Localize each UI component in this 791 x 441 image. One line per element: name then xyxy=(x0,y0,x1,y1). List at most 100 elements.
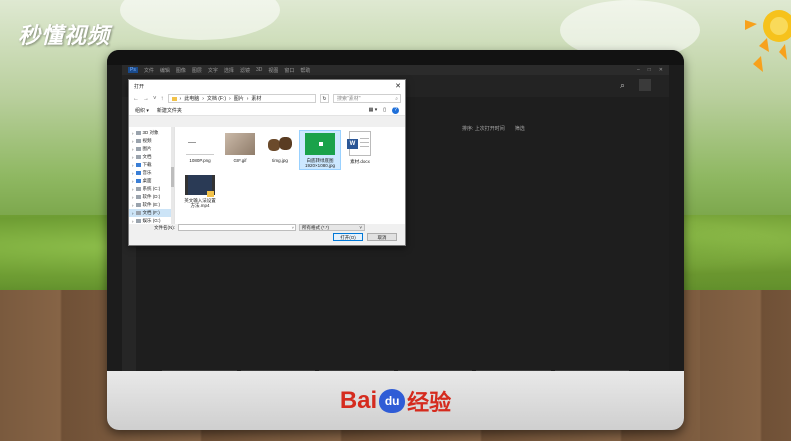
new-folder-button[interactable]: 新建文件夹 xyxy=(157,107,182,114)
dialog-footer: 文件名(N): ˅ 所有格式 (*.*) ˅ 打开(O) 取消 xyxy=(129,222,405,245)
help-icon[interactable]: ? xyxy=(392,106,399,114)
menu-edit[interactable]: 编辑 xyxy=(160,67,170,74)
file-name: 英文输入法设置 方法.mp4 xyxy=(184,198,216,208)
tree-item[interactable]: › 图片 xyxy=(129,145,174,153)
chevron-right-icon[interactable]: › xyxy=(132,211,134,216)
tree-item[interactable]: › 文档 xyxy=(129,153,174,161)
chevron-right-icon[interactable]: › xyxy=(132,171,134,176)
preview-pane-icon[interactable]: ▯ xyxy=(383,107,386,114)
file-item-selected[interactable]: 白底转绿底图 1920×1080.jpg xyxy=(299,130,341,170)
minimize-icon[interactable]: – xyxy=(637,67,640,73)
chevron-right-icon[interactable]: › xyxy=(132,203,134,208)
search-input[interactable]: 搜索"素材" ⌕ xyxy=(333,94,401,103)
file-grid: 1080P.png GIF.gif timg.jpg 白底转绿底图 1920×1… xyxy=(175,127,405,224)
menu-file[interactable]: 文件 xyxy=(144,67,154,74)
file-thumbnail xyxy=(225,133,255,155)
folder-icon xyxy=(135,179,141,183)
forward-icon[interactable]: → xyxy=(143,96,149,102)
menu-select[interactable]: 选择 xyxy=(224,67,234,74)
search-icon[interactable]: ⌕ xyxy=(620,80,625,91)
open-file-dialog: 打开 ✕ ← → ˅ ↑ › 此电脑 › 文档 (F:) › 图片 › 素材 ↻… xyxy=(128,79,406,246)
organize-button[interactable]: 组织 ▾ xyxy=(135,107,149,114)
dialog-body: › 3D 对象 › 视频 › 图片 › 文档 › 下载 › 音乐 › 桌面 › 系统 (C:) › 软件 (D:)… xyxy=(129,127,405,224)
breadcrumb-pictures[interactable]: 图片 xyxy=(234,95,244,102)
cancel-button[interactable]: 取消 xyxy=(367,233,397,241)
open-button[interactable]: 打开(O) xyxy=(333,233,363,241)
chevron-right-icon[interactable]: › xyxy=(132,195,134,200)
tree-item[interactable]: › 视频 xyxy=(129,137,174,145)
dialog-close-icon[interactable]: ✕ xyxy=(391,82,405,90)
chevron-right-icon[interactable]: › xyxy=(132,131,134,136)
menu-3d[interactable]: 3D xyxy=(256,67,262,73)
workspace-icon[interactable] xyxy=(639,79,651,91)
breadcrumb-material[interactable]: 素材 xyxy=(251,95,261,102)
folder-icon xyxy=(135,195,141,199)
recent-sort-bar: 排序: 上次打开时间 筛选 xyxy=(462,125,525,132)
tree-item-label: 系统 (C:) xyxy=(142,186,161,191)
dialog-title: 打开 xyxy=(134,83,145,90)
maximize-icon[interactable]: □ xyxy=(648,67,651,73)
tree-scrollbar-thumb[interactable] xyxy=(171,167,174,187)
menu-view[interactable]: 视图 xyxy=(268,67,278,74)
tree-item-label: 软件 (E:) xyxy=(142,202,161,207)
chevron-down-icon[interactable]: ˅ xyxy=(153,96,157,102)
file-thumbnail xyxy=(265,133,295,155)
breadcrumb-pc[interactable]: 此电脑 xyxy=(184,95,199,102)
filter-label[interactable]: 筛选 xyxy=(515,125,525,132)
sort-dropdown[interactable]: 排序: 上次打开时间 xyxy=(462,125,505,132)
path-breadcrumb[interactable]: › 此电脑 › 文档 (F:) › 图片 › 素材 xyxy=(167,94,316,103)
menu-filter[interactable]: 滤镜 xyxy=(240,67,250,74)
tree-item[interactable]: › 3D 对象 xyxy=(129,129,174,137)
file-item[interactable]: GIF.gif xyxy=(221,133,259,163)
chevron-right-icon[interactable]: › xyxy=(132,163,134,168)
tree-item[interactable]: › 音乐 xyxy=(129,169,174,177)
jingyan-text: 经验 xyxy=(407,389,452,415)
menu-help[interactable]: 帮助 xyxy=(300,67,310,74)
dialog-titlebar: 打开 ✕ xyxy=(129,80,405,92)
folder-icon xyxy=(171,96,177,101)
up-icon[interactable]: ↑ xyxy=(161,96,164,102)
file-item[interactable]: 1080P.png xyxy=(181,133,219,163)
chevron-right-icon[interactable]: › xyxy=(132,147,134,152)
menu-layer[interactable]: 图层 xyxy=(192,67,202,74)
file-item[interactable]: 英文输入法设置 方法.mp4 xyxy=(181,175,219,208)
file-item[interactable]: timg.jpg xyxy=(261,133,299,163)
chevron-right-icon[interactable]: › xyxy=(132,179,134,184)
filetype-value: 所有格式 (*.*) xyxy=(302,224,329,230)
file-name: 白底转绿底图 1920×1080.jpg xyxy=(305,158,335,168)
menu-type[interactable]: 文字 xyxy=(208,67,218,74)
chevron-right-icon[interactable]: › xyxy=(132,139,134,144)
filename-label: 文件名(N): xyxy=(154,224,175,230)
chevron-down-icon: ˅ xyxy=(359,225,362,230)
filetype-select[interactable]: 所有格式 (*.*) ˅ xyxy=(299,224,365,231)
command-bar: 组织 ▾ 新建文件夹 ▦ ▾ ▯ ? xyxy=(129,105,405,116)
menu-window[interactable]: 窗口 xyxy=(284,67,294,74)
close-icon[interactable]: ✕ xyxy=(659,67,663,73)
file-name: GIF.gif xyxy=(233,158,247,163)
watermark-logo: 秒懂视频 xyxy=(18,23,111,48)
refresh-icon[interactable]: ↻ xyxy=(320,94,329,103)
tree-item[interactable]: › 系统 (C:) xyxy=(129,185,174,193)
tree-item-label: 3D 对象 xyxy=(142,130,159,135)
tree-item[interactable]: › 桌面 xyxy=(129,177,174,185)
sun-icon xyxy=(745,10,791,72)
chevron-right-icon[interactable]: › xyxy=(132,155,134,160)
view-mode-icon[interactable]: ▦ ▾ xyxy=(369,107,378,114)
app-logo: Ps xyxy=(128,67,138,73)
tree-item-label: 文档 (F:) xyxy=(142,210,160,215)
tree-item[interactable]: › 软件 (E:) xyxy=(129,201,174,209)
tree-item[interactable]: › 文档 (F:) xyxy=(129,209,174,217)
monitor-chin: Bai du 经验 xyxy=(107,371,684,430)
folder-icon xyxy=(135,163,141,167)
tree-item-label: 视频 xyxy=(142,138,152,143)
breadcrumb-drive[interactable]: 文档 (F:) xyxy=(207,95,226,102)
tree-item[interactable]: › 软件 (D:) xyxy=(129,193,174,201)
chevron-down-icon[interactable]: ˅ xyxy=(292,225,294,230)
file-item[interactable]: W 素材.docx xyxy=(341,131,379,164)
menu-image[interactable]: 图像 xyxy=(176,67,186,74)
back-icon[interactable]: ← xyxy=(133,96,139,102)
filename-input[interactable]: ˅ xyxy=(178,224,296,231)
chevron-right-icon[interactable]: › xyxy=(132,187,134,192)
folder-icon xyxy=(135,211,141,215)
tree-item[interactable]: › 下载 xyxy=(129,161,174,169)
